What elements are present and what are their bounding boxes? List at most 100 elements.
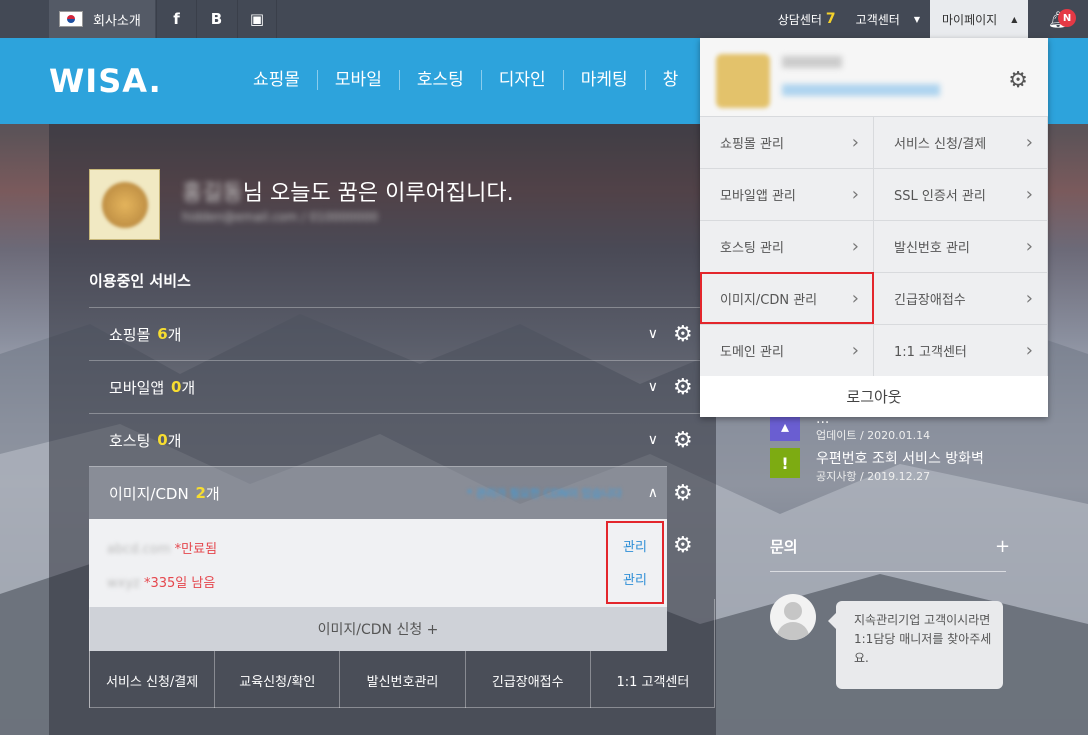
manage-highlight: 관리 관리	[606, 521, 664, 604]
quick-sender-number[interactable]: 발신번호관리	[339, 651, 464, 708]
avatar-image	[101, 181, 148, 228]
quick-service-apply[interactable]: 서비스 신청/결제	[89, 651, 214, 708]
quick-support[interactable]: 1:1 고객센터	[589, 651, 715, 708]
inquiry-title: 문의	[770, 538, 798, 556]
user-email-blurred: hidden@email.com / 010000000	[182, 210, 379, 224]
dropdown-item-shoppingmall[interactable]: 쇼핑몰 관리 ›	[700, 116, 874, 168]
instagram-icon[interactable]: ▣	[237, 0, 277, 38]
dropdown-item-service-apply[interactable]: 서비스 신청/결제 ›	[874, 116, 1048, 168]
notice-title: 우편번호 조회 서비스 방화벽	[816, 451, 984, 467]
counsel-center-link[interactable]: 상담센터 7	[768, 0, 846, 38]
service-unit: 개	[167, 431, 182, 450]
dropdown-item-mobileapp[interactable]: 모바일앱 관리 ›	[700, 168, 874, 220]
nav-item-mobile[interactable]: 모바일	[316, 70, 399, 90]
dropdown-item-ssl[interactable]: SSL 인증서 관리 ›	[874, 168, 1048, 220]
mypage-dropdown: ⚙ 쇼핑몰 관리 › 서비스 신청/결제 › 모바일앱 관리 › SSL 인증서 관리…	[700, 38, 1048, 417]
gear-icon[interactable]: ⚙	[673, 375, 693, 400]
nav-item-more[interactable]: 창	[644, 70, 696, 90]
logout-button[interactable]: 로그아웃	[700, 376, 1048, 417]
quick-emergency[interactable]: 긴급장애접수	[464, 651, 590, 708]
dropdown-item-hosting[interactable]: 호스팅 관리 ›	[700, 220, 874, 272]
service-unit: 개	[167, 325, 182, 344]
dropdown-item-domain[interactable]: 도메인 관리 ›	[700, 324, 874, 376]
mypage-menu[interactable]: 마이페이지 ▲	[930, 0, 1028, 38]
dropdown-item-label: 도메인 관리	[720, 345, 784, 360]
dropdown-user-email-blurred	[782, 84, 940, 96]
chevron-right-icon: ›	[1025, 132, 1033, 153]
manage-button[interactable]: 관리	[608, 569, 662, 589]
notice-meta: 공지사항 / 2019.12.27	[816, 470, 931, 483]
dropdown-item-label: 1:1 고객센터	[894, 345, 967, 360]
dropdown-avatar	[716, 54, 770, 108]
dropdown-user-name-blurred	[782, 56, 842, 68]
dropdown-item-sender-number[interactable]: 발신번호 관리 ›	[874, 220, 1048, 272]
chevron-right-icon: ›	[851, 288, 859, 309]
chevron-down-icon: ▼	[913, 14, 920, 24]
service-row-hosting[interactable]: 호스팅 0개 ∨ ⚙	[89, 413, 715, 466]
top-bar: 회사소개 f B ▣ 상담센터 7 고객센터 ▼ 마이페이지 ▲ 🔔︎ N	[0, 0, 1088, 38]
plus-icon[interactable]: +	[995, 536, 1010, 557]
notice-item[interactable]: ! 우편번호 조회 서비스 방화벽공지사항 / 2019.12.27	[770, 448, 984, 484]
dropdown-item-label: 발신번호 관리	[894, 241, 970, 256]
greeting-text: 님 오늘도 꿈은 이루어집니다.	[242, 181, 514, 206]
nav-item-hosting[interactable]: 호스팅	[398, 70, 481, 90]
manage-button[interactable]: 관리	[608, 536, 662, 556]
wisa-logo[interactable]: WISA.	[49, 62, 162, 100]
gear-icon[interactable]: ⚙	[673, 322, 693, 347]
chevron-right-icon: ›	[1025, 184, 1033, 205]
dropdown-item-emergency[interactable]: 긴급장애접수 ›	[874, 272, 1048, 324]
service-count: 6	[157, 325, 168, 343]
gear-icon[interactable]: ⚙	[673, 481, 693, 506]
customer-center-label: 고객센터	[855, 12, 900, 27]
mypage-label: 마이페이지	[942, 12, 998, 27]
service-row-cdn[interactable]: 이미지/CDN 2개 * 관리가 필요한 CDN이 있습니다 ∧ ⚙	[89, 466, 693, 519]
cdn-domain-blurred: wxyz	[107, 576, 140, 591]
facebook-icon[interactable]: f	[156, 0, 196, 38]
notification-badge: N	[1058, 9, 1076, 27]
avatar	[89, 169, 160, 240]
chevron-right-icon: ›	[851, 340, 859, 361]
dropdown-item-label: 긴급장애접수	[894, 293, 966, 308]
gear-icon[interactable]: ⚙	[673, 428, 693, 453]
dropdown-item-label: 서비스 신청/결제	[894, 137, 987, 152]
service-row-shoppingmall[interactable]: 쇼핑몰 6개 ∨ ⚙	[89, 307, 715, 360]
dropdown-item-label: 이미지/CDN 관리	[720, 293, 818, 308]
cdn-detail: abcd.com *만료됨 wxyz *335일 남음 관리 관리	[89, 519, 667, 607]
counsel-count: 7	[825, 11, 836, 27]
nav-item-design[interactable]: 디자인	[480, 70, 563, 90]
quick-education[interactable]: 교육신청/확인	[214, 651, 339, 708]
blog-icon[interactable]: B	[196, 0, 236, 38]
service-row-mobileapp[interactable]: 모바일앱 0개 ∨ ⚙	[89, 360, 715, 413]
divider	[770, 571, 1006, 572]
cdn-status: *335일 남음	[143, 576, 216, 591]
chevron-down-icon[interactable]: ∨	[648, 432, 658, 448]
person-icon	[770, 594, 816, 640]
notice-meta: 업데이트 / 2020.01.14	[816, 429, 931, 442]
company-intro-link[interactable]: 회사소개	[49, 0, 155, 38]
counsel-center-label: 상담센터	[777, 12, 822, 27]
chevron-down-icon[interactable]: ∨	[648, 379, 658, 395]
dropdown-item-label: 모바일앱 관리	[720, 189, 796, 204]
dropdown-item-label: SSL 인증서 관리	[894, 189, 986, 204]
customer-center-menu[interactable]: 고객센터 ▼	[846, 0, 930, 38]
dropdown-item-label: 쇼핑몰 관리	[720, 137, 784, 152]
exclamation-icon: !	[770, 448, 800, 478]
main-menu: 쇼핑몰 모바일 호스팅 디자인 마케팅 창	[236, 70, 695, 90]
nav-item-marketing[interactable]: 마케팅	[562, 70, 645, 90]
chevron-up-icon: ▲	[1011, 14, 1018, 24]
dropdown-item-support[interactable]: 1:1 고객센터 ›	[874, 324, 1048, 376]
chevron-right-icon: ›	[851, 236, 859, 257]
gear-icon[interactable]: ⚙	[1008, 68, 1028, 93]
chevron-up-icon[interactable]: ∧	[648, 485, 658, 501]
company-intro-label: 회사소개	[93, 13, 141, 29]
nav-item-shoppingmall[interactable]: 쇼핑몰	[236, 70, 317, 90]
chevron-right-icon: ›	[851, 132, 859, 153]
chevron-down-icon[interactable]: ∨	[648, 326, 658, 342]
dropdown-item-cdn[interactable]: 이미지/CDN 관리 ›	[700, 272, 874, 324]
notification-button[interactable]: 🔔︎ N	[1028, 0, 1088, 38]
dropdown-item-label: 호스팅 관리	[720, 241, 784, 256]
service-label: 모바일앱	[109, 378, 165, 397]
cdn-notice: * 관리가 필요한 CDN이 있습니다	[466, 487, 622, 500]
gear-icon[interactable]: ⚙	[673, 533, 693, 558]
quick-menu: 서비스 신청/결제 교육신청/확인 발신번호관리 긴급장애접수 1:1 고객센터	[89, 651, 715, 708]
